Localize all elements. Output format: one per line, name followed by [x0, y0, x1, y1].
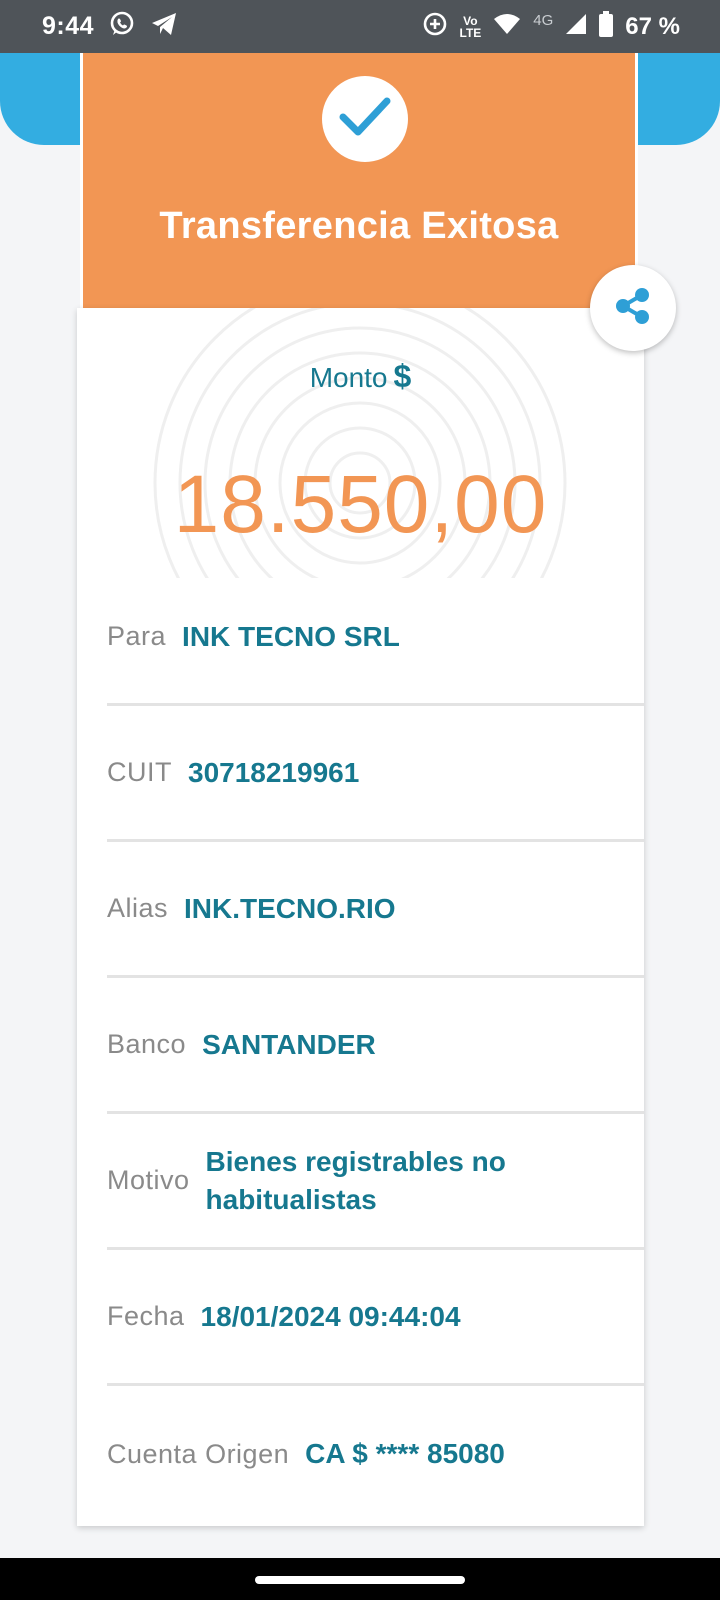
success-header: Transferencia Exitosa — [80, 53, 638, 308]
detail-row-source-account: Cuenta Origen CA $ **** 85080 — [107, 1386, 644, 1522]
home-gesture-handle[interactable] — [255, 1576, 465, 1584]
detail-label: Motivo — [107, 1165, 190, 1195]
battery-icon — [599, 11, 614, 42]
check-icon — [338, 95, 392, 144]
volte-bottom-text: LTE — [459, 25, 482, 40]
amount-value: 18.550,00 — [173, 459, 548, 550]
network-type: 4G — [533, 12, 554, 29]
detail-row-reason: Motivo Bienes registrables no habitualis… — [107, 1114, 644, 1250]
detail-label: Alias — [107, 893, 169, 923]
detail-row-date: Fecha 18/01/2024 09:44:04 — [107, 1250, 644, 1386]
detail-row-alias: Alias INK.TECNO.RIO — [107, 842, 644, 978]
amount-label: Monto — [309, 362, 388, 393]
detail-row-bank: Banco SANTANDER — [107, 978, 644, 1114]
detail-value: 18/01/2024 09:44:04 — [200, 1300, 461, 1332]
volte-indicator: Vo LTE — [460, 15, 482, 39]
detail-label: Cuenta Origen — [107, 1438, 290, 1469]
share-icon — [611, 284, 655, 333]
transfer-receipt-card: Monto $ 18.550,00 Para INK TECNO SRL CUIT… — [77, 308, 644, 1526]
share-button[interactable] — [590, 265, 676, 351]
whatsapp-icon — [108, 10, 136, 43]
detail-value: Bienes registrables no habitualistas — [205, 1145, 506, 1215]
wifi-icon — [493, 12, 521, 41]
signal-icon — [565, 13, 587, 40]
detail-value: INK TECNO SRL — [182, 620, 400, 652]
detail-label: Para — [107, 621, 167, 651]
telegram-icon — [150, 11, 178, 42]
status-time: 9:44 — [42, 12, 95, 40]
success-badge — [322, 76, 408, 162]
amount-currency: $ — [393, 358, 412, 394]
data-saver-icon — [422, 11, 448, 42]
detail-label: CUIT — [107, 757, 172, 787]
detail-value: CA $ **** 85080 — [305, 1438, 505, 1469]
detail-value: 30718219961 — [188, 756, 360, 788]
amount-label-row: Monto $ — [77, 358, 644, 395]
detail-label: Fecha — [107, 1301, 185, 1331]
battery-level: 67 % — [625, 12, 680, 40]
detail-label: Banco — [107, 1029, 187, 1059]
page-title: Transferencia Exitosa — [159, 205, 559, 247]
detail-value: SANTANDER — [202, 1028, 376, 1060]
status-bar: 9:44 Vo LTE 4G 67 % — [0, 0, 720, 53]
detail-row-cuit: CUIT 30718219961 — [107, 706, 644, 842]
detail-value: INK.TECNO.RIO — [184, 892, 396, 924]
detail-row-recipient: Para INK TECNO SRL — [107, 570, 644, 706]
